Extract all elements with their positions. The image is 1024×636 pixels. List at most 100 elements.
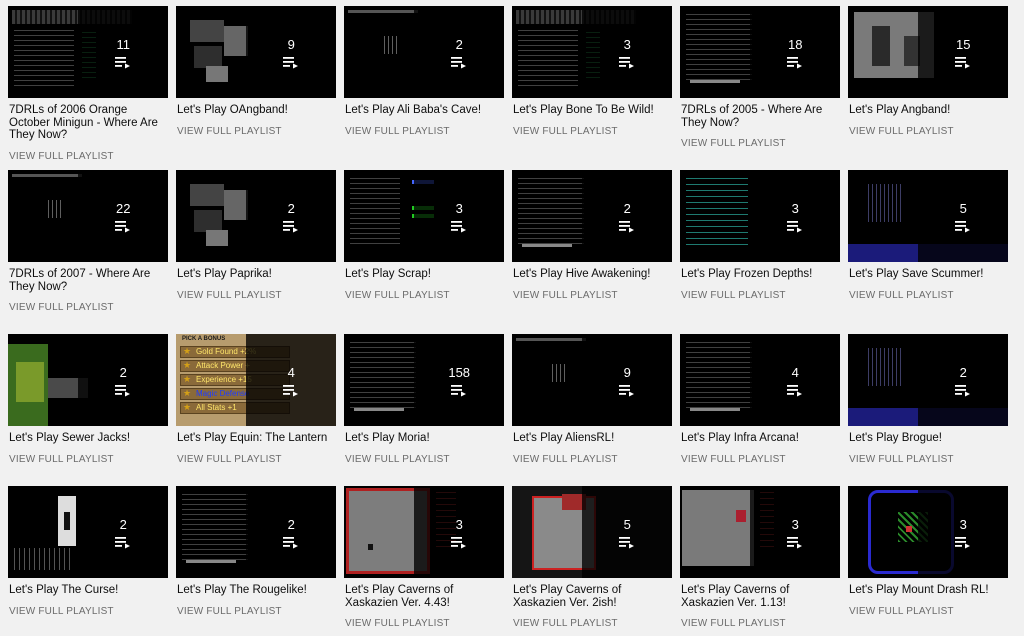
playlist-card[interactable]: 5 Let's Play Save Scummer! VIEW FULL PLAYL… <box>848 170 1008 302</box>
playlist-title[interactable]: Let's Play Moria! <box>344 432 504 445</box>
view-full-playlist-link[interactable]: VIEW FULL PLAYLIST <box>680 618 840 630</box>
playlist-card[interactable]: 3 Let's Play Mount Drash RL! VIEW FULL PLA… <box>848 486 1008 618</box>
video-count: 4 <box>287 364 295 380</box>
playlist-thumbnail[interactable]: 15 <box>848 6 1008 98</box>
view-full-playlist-link[interactable]: VIEW FULL PLAYLIST <box>680 454 840 466</box>
playlist-count-overlay: 22 <box>78 170 168 262</box>
playlist-card[interactable]: 2 Let's Play Paprika! VIEW FULL PLAYLIST <box>176 170 336 302</box>
playlist-title[interactable]: Let's Play Mount Drash RL! <box>848 584 1008 597</box>
playlist-title[interactable]: Let's Play The Rougelike! <box>176 584 336 597</box>
playlist-thumbnail[interactable]: 2 <box>176 170 336 262</box>
view-full-playlist-link[interactable]: VIEW FULL PLAYLIST <box>512 454 672 466</box>
playlist-title[interactable]: Let's Play Scrap! <box>344 268 504 281</box>
playlist-title[interactable]: Let's Play Infra Arcana! <box>680 432 840 445</box>
view-full-playlist-link[interactable]: VIEW FULL PLAYLIST <box>8 606 168 618</box>
playlist-thumbnail[interactable]: 18 <box>680 6 840 98</box>
view-full-playlist-link[interactable]: VIEW FULL PLAYLIST <box>8 454 168 466</box>
playlist-thumbnail[interactable]: 3 <box>512 6 672 98</box>
playlist-card[interactable]: 3 Let's Play Bone To Be Wild! VIEW FULL PL… <box>512 6 672 138</box>
playlist-thumbnail[interactable]: 158 <box>344 334 504 426</box>
playlist-title[interactable]: Let's Play Caverns of Xaskazien Ver. 1.1… <box>680 584 840 609</box>
playlist-title[interactable]: Let's Play Angband! <box>848 104 1008 117</box>
view-full-playlist-link[interactable]: VIEW FULL PLAYLIST <box>848 606 1008 618</box>
view-full-playlist-link[interactable]: VIEW FULL PLAYLIST <box>8 151 168 163</box>
playlist-icon <box>115 536 131 548</box>
playlist-title[interactable]: Let's Play OAngband! <box>176 104 336 117</box>
playlist-title[interactable]: Let's Play The Curse! <box>8 584 168 597</box>
playlist-title[interactable]: Let's Play AliensRL! <box>512 432 672 445</box>
playlist-card[interactable]: 5 Let's Play Caverns of Xaskazien Ver. 2i… <box>512 486 672 630</box>
playlist-thumbnail[interactable]: 5 <box>512 486 672 578</box>
view-full-playlist-link[interactable]: VIEW FULL PLAYLIST <box>8 302 168 314</box>
playlist-card[interactable]: 2 Let's Play Brogue! VIEW FULL PLAYLIST <box>848 334 1008 466</box>
playlist-card[interactable]: 22 7DRLs of 2007 - Where Are They Now? VIE… <box>8 170 168 314</box>
view-full-playlist-link[interactable]: VIEW FULL PLAYLIST <box>512 618 672 630</box>
view-full-playlist-link[interactable]: VIEW FULL PLAYLIST <box>680 290 840 302</box>
view-full-playlist-link[interactable]: VIEW FULL PLAYLIST <box>344 126 504 138</box>
view-full-playlist-link[interactable]: VIEW FULL PLAYLIST <box>848 126 1008 138</box>
playlist-card[interactable]: PICK A BONUS Gold Found +2% ★ Attack Power … <box>176 334 336 466</box>
view-full-playlist-link[interactable]: VIEW FULL PLAYLIST <box>176 126 336 138</box>
playlist-thumbnail[interactable]: 2 <box>344 6 504 98</box>
playlist-card[interactable]: 15 Let's Play Angband! VIEW FULL PLAYLIST <box>848 6 1008 138</box>
view-full-playlist-link[interactable]: VIEW FULL PLAYLIST <box>344 454 504 466</box>
playlist-title[interactable]: 7DRLs of 2006 Orange October Minigun - W… <box>8 104 168 142</box>
playlist-thumbnail[interactable]: 3 <box>680 170 840 262</box>
playlist-title[interactable]: Let's Play Frozen Depths! <box>680 268 840 281</box>
playlist-title[interactable]: 7DRLs of 2005 - Where Are They Now? <box>680 104 840 129</box>
playlist-title[interactable]: Let's Play Sewer Jacks! <box>8 432 168 445</box>
playlist-title[interactable]: Let's Play Ali Baba's Cave! <box>344 104 504 117</box>
playlist-thumbnail[interactable]: 11 <box>8 6 168 98</box>
playlist-thumbnail[interactable]: 2 <box>8 486 168 578</box>
playlist-thumbnail[interactable]: 3 <box>680 486 840 578</box>
playlist-card[interactable]: 9 Let's Play AliensRL! VIEW FULL PLAYLIST <box>512 334 672 466</box>
playlist-thumbnail[interactable]: PICK A BONUS Gold Found +2% ★ Attack Power … <box>176 334 336 426</box>
playlist-title[interactable]: Let's Play Caverns of Xaskazien Ver. 2is… <box>512 584 672 609</box>
playlist-title[interactable]: 7DRLs of 2007 - Where Are They Now? <box>8 268 168 293</box>
playlist-card[interactable]: 9 Let's Play OAngband! VIEW FULL PLAYLIST <box>176 6 336 138</box>
playlist-card[interactable]: 3 Let's Play Caverns of Xaskazien Ver. 1.… <box>680 486 840 630</box>
playlist-card[interactable]: 2 Let's Play Sewer Jacks! VIEW FULL PLAYLI… <box>8 334 168 466</box>
playlist-thumbnail[interactable]: 2 <box>512 170 672 262</box>
playlist-card[interactable]: 2 Let's Play Ali Baba's Cave! VIEW FULL PL… <box>344 6 504 138</box>
playlist-thumbnail[interactable]: 9 <box>512 334 672 426</box>
playlist-thumbnail[interactable]: 2 <box>8 334 168 426</box>
playlist-card[interactable]: 3 Let's Play Scrap! VIEW FULL PLAYLIST <box>344 170 504 302</box>
playlist-card[interactable]: 2 Let's Play Hive Awakening! VIEW FULL PLA… <box>512 170 672 302</box>
view-full-playlist-link[interactable]: VIEW FULL PLAYLIST <box>512 290 672 302</box>
playlist-count-overlay: 158 <box>414 334 504 426</box>
playlist-title[interactable]: Let's Play Hive Awakening! <box>512 268 672 281</box>
playlist-thumbnail[interactable]: 2 <box>848 334 1008 426</box>
view-full-playlist-link[interactable]: VIEW FULL PLAYLIST <box>512 126 672 138</box>
playlist-title[interactable]: Let's Play Bone To Be Wild! <box>512 104 672 117</box>
playlist-thumbnail[interactable]: 3 <box>344 486 504 578</box>
playlist-title[interactable]: Let's Play Equin: The Lantern <box>176 432 336 445</box>
playlist-thumbnail[interactable]: 22 <box>8 170 168 262</box>
view-full-playlist-link[interactable]: VIEW FULL PLAYLIST <box>848 454 1008 466</box>
view-full-playlist-link[interactable]: VIEW FULL PLAYLIST <box>176 606 336 618</box>
playlist-thumbnail[interactable]: 2 <box>176 486 336 578</box>
playlist-card[interactable]: 18 7DRLs of 2005 - Where Are They Now? VIE… <box>680 6 840 150</box>
view-full-playlist-link[interactable]: VIEW FULL PLAYLIST <box>176 290 336 302</box>
playlist-card[interactable]: 158 Let's Play Moria! VIEW FULL PLAYLIST <box>344 334 504 466</box>
playlist-title[interactable]: Let's Play Save Scummer! <box>848 268 1008 281</box>
playlist-thumbnail[interactable]: 3 <box>344 170 504 262</box>
view-full-playlist-link[interactable]: VIEW FULL PLAYLIST <box>680 138 840 150</box>
view-full-playlist-link[interactable]: VIEW FULL PLAYLIST <box>848 290 1008 302</box>
view-full-playlist-link[interactable]: VIEW FULL PLAYLIST <box>176 454 336 466</box>
playlist-thumbnail[interactable]: 9 <box>176 6 336 98</box>
playlist-thumbnail[interactable]: 4 <box>680 334 840 426</box>
view-full-playlist-link[interactable]: VIEW FULL PLAYLIST <box>344 618 504 630</box>
playlist-thumbnail[interactable]: 5 <box>848 170 1008 262</box>
playlist-card[interactable]: 2 Let's Play The Rougelike! VIEW FULL PLAY… <box>176 486 336 618</box>
playlist-card[interactable]: 11 7DRLs of 2006 Orange October Minigun -… <box>8 6 168 163</box>
view-full-playlist-link[interactable]: VIEW FULL PLAYLIST <box>344 290 504 302</box>
playlist-card[interactable]: 2 Let's Play The Curse! VIEW FULL PLAYLIST <box>8 486 168 618</box>
playlist-title[interactable]: Let's Play Caverns of Xaskazien Ver. 4.4… <box>344 584 504 609</box>
playlist-thumbnail[interactable]: 3 <box>848 486 1008 578</box>
playlist-title[interactable]: Let's Play Brogue! <box>848 432 1008 445</box>
playlist-card[interactable]: 4 Let's Play Infra Arcana! VIEW FULL PLAYL… <box>680 334 840 466</box>
playlist-card[interactable]: 3 Let's Play Caverns of Xaskazien Ver. 4.… <box>344 486 504 630</box>
playlist-card[interactable]: 3 Let's Play Frozen Depths! VIEW FULL PLAY… <box>680 170 840 302</box>
playlist-title[interactable]: Let's Play Paprika! <box>176 268 336 281</box>
